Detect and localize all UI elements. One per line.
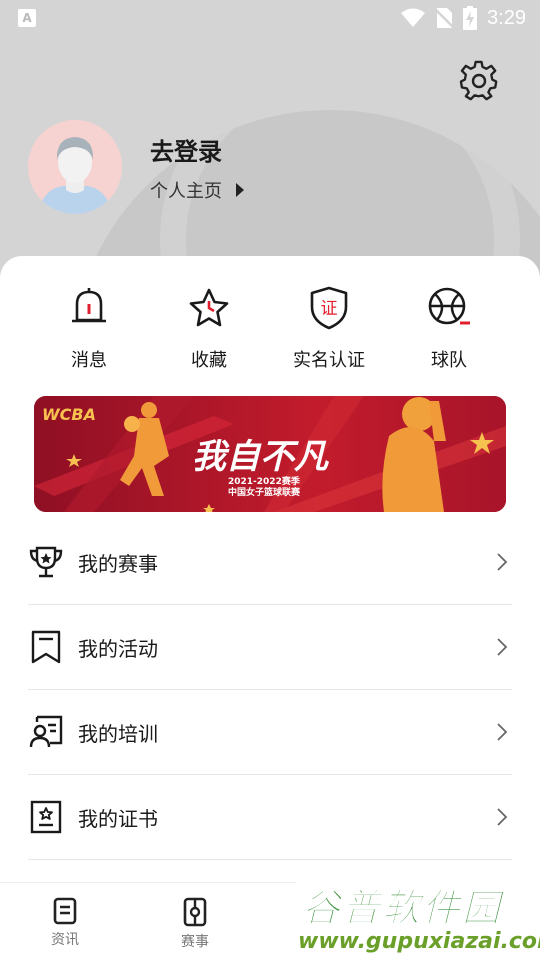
status-time: 3:29 <box>487 6 526 29</box>
chevron-right-icon <box>497 808 508 826</box>
menu-item-my-training[interactable]: 我的培训 <box>28 690 512 775</box>
tab-matches[interactable]: 赛事 <box>130 883 260 960</box>
match-icon <box>183 897 207 927</box>
watermark-title: 谷普软件园 <box>301 886 503 931</box>
arrow-right-icon <box>236 183 244 197</box>
tab-label: 资讯 <box>51 932 79 948</box>
training-icon <box>29 715 63 748</box>
verify-text: 证 <box>321 299 338 319</box>
tab-label: 赛事 <box>181 934 209 950</box>
chevron-right-icon <box>497 638 508 656</box>
bell-icon <box>72 288 106 323</box>
banner-league: 中国女子篮球联赛 <box>228 486 301 498</box>
homepage-label: 个人主页 <box>150 181 222 202</box>
star-icon <box>189 288 229 327</box>
menu-item-label: 我的证书 <box>78 806 158 831</box>
chevron-right-icon <box>497 553 508 571</box>
menu-item-my-certificates[interactable]: 我的证书 <box>28 775 512 860</box>
login-link[interactable]: 去登录 <box>150 132 222 167</box>
default-avatar-icon <box>28 120 122 214</box>
quick-action-favorites[interactable]: 收藏 <box>149 284 269 372</box>
wifi-icon <box>401 8 426 27</box>
notification-a-icon: A <box>18 9 36 27</box>
quick-action-team[interactable]: 球队 <box>389 284 509 372</box>
homepage-link[interactable]: 个人主页 <box>150 177 244 203</box>
settings-button[interactable] <box>458 60 500 102</box>
quick-action-verify[interactable]: 证 实名认证 <box>269 284 389 372</box>
tab-news[interactable]: 资讯 <box>0 883 130 960</box>
battery-charging-icon <box>463 6 478 30</box>
menu-item-label: 我的赛事 <box>78 551 158 576</box>
menu-item-my-matches[interactable]: 我的赛事 <box>28 520 512 605</box>
trophy-icon <box>29 546 63 578</box>
banner-logo: WCBA <box>42 405 96 424</box>
gear-icon <box>459 60 498 101</box>
promo-banner[interactable]: WCBA 我自不凡 2021-2022赛季 中国女子篮球联赛 <box>34 396 506 512</box>
quick-action-messages[interactable]: 消息 <box>29 284 149 372</box>
banner-headline: 我自不凡 <box>192 437 330 477</box>
quick-action-label: 消息 <box>71 350 107 371</box>
menu-item-label: 我的培训 <box>78 721 158 746</box>
quick-actions: 消息 收藏 证 实名认证 球队 <box>0 284 540 372</box>
quick-action-label: 实名认证 <box>293 350 365 371</box>
menu-item-my-activities[interactable]: 我的活动 <box>28 605 512 690</box>
quick-action-label: 收藏 <box>191 350 227 371</box>
certificate-icon <box>30 800 62 834</box>
menu-item-label: 我的活动 <box>78 636 158 661</box>
watermark-url: www.gupuxiazai.com <box>298 929 540 954</box>
chevron-right-icon <box>497 723 508 741</box>
no-sim-icon <box>435 8 454 28</box>
banner-art: WCBA 我自不凡 2021-2022赛季 中国女子篮球联赛 <box>34 396 506 512</box>
menu-list: 我的赛事 我的活动 我的培训 我的证书 <box>28 520 512 860</box>
news-icon <box>53 897 77 925</box>
quick-action-label: 球队 <box>431 350 467 371</box>
status-bar: A 3:29 <box>0 0 540 36</box>
verify-shield-icon: 证 <box>310 286 348 330</box>
site-watermark: 谷普软件园 www.gupuxiazai.com <box>296 873 540 960</box>
avatar[interactable] <box>28 120 122 214</box>
main-card: 消息 收藏 证 实名认证 球队 WCBA 我自不凡 2021-2022赛季 中国… <box>0 256 540 960</box>
banner-season: 2021-2022赛季 <box>228 475 301 487</box>
bookmark-icon <box>31 630 61 664</box>
basketball-icon <box>428 287 470 325</box>
